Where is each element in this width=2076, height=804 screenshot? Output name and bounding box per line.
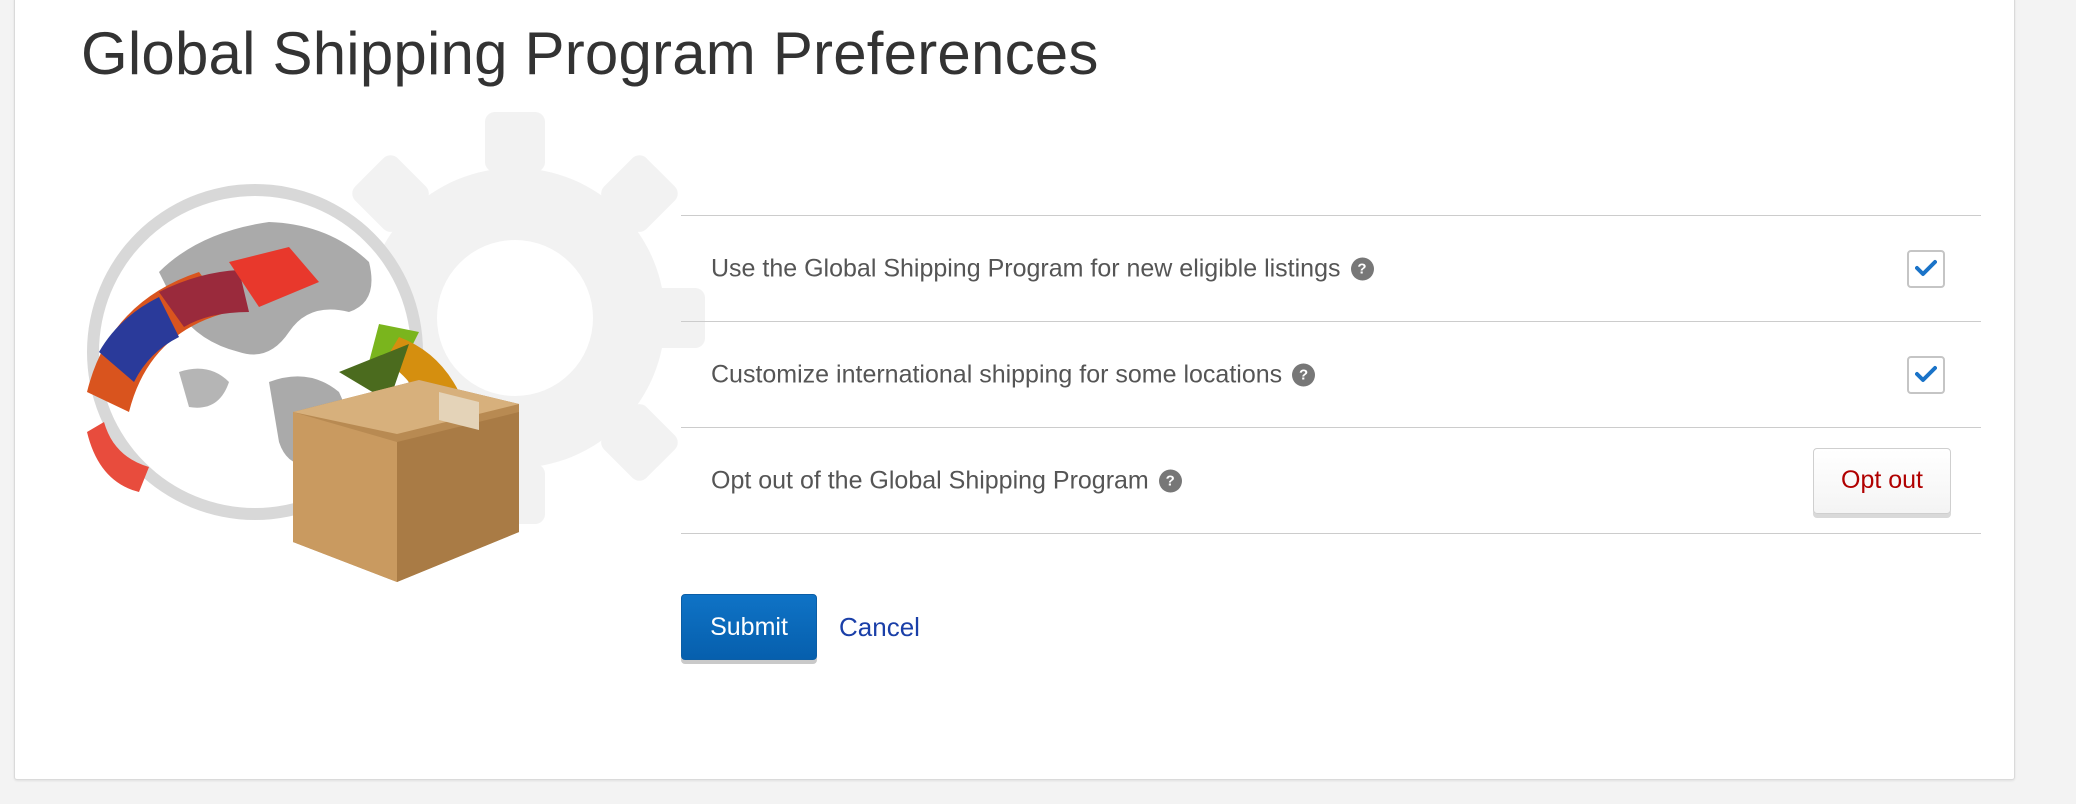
preference-label: Use the Global Shipping Program for new … xyxy=(711,254,1374,283)
new-listings-checkbox[interactable] xyxy=(1907,249,1945,288)
globe-package-illustration xyxy=(87,112,705,582)
opt-out-button[interactable]: Opt out xyxy=(1813,447,1951,514)
help-question-icon[interactable]: ? xyxy=(1350,257,1374,280)
preference-row-opt-out: Opt out of the Global Shipping Program ?… xyxy=(681,427,1981,534)
submit-button[interactable]: Submit xyxy=(681,594,817,660)
preference-label-text: Customize international shipping for som… xyxy=(711,360,1283,388)
cancel-link[interactable]: Cancel xyxy=(839,612,920,643)
preference-label-text: Use the Global Shipping Program for new … xyxy=(711,254,1341,282)
form-actions: Submit Cancel xyxy=(681,594,920,660)
page-title: Global Shipping Program Preferences xyxy=(81,20,1099,87)
preference-label-text: Opt out of the Global Shipping Program xyxy=(711,466,1149,494)
help-question-icon[interactable]: ? xyxy=(1158,469,1182,492)
customize-locations-checkbox[interactable] xyxy=(1907,355,1945,394)
help-question-icon[interactable]: ? xyxy=(1292,363,1316,386)
preference-row-new-listings: Use the Global Shipping Program for new … xyxy=(681,215,1981,321)
preferences-list: Use the Global Shipping Program for new … xyxy=(681,215,1981,534)
checkmark-icon xyxy=(1915,365,1937,382)
checkmark-icon xyxy=(1915,259,1937,276)
preference-label: Customize international shipping for som… xyxy=(711,360,1316,389)
preference-row-customize-locations: Customize international shipping for som… xyxy=(681,321,1981,427)
preferences-panel: Global Shipping Program Preferences Use … xyxy=(14,0,2015,780)
preference-label: Opt out of the Global Shipping Program ? xyxy=(711,466,1182,495)
